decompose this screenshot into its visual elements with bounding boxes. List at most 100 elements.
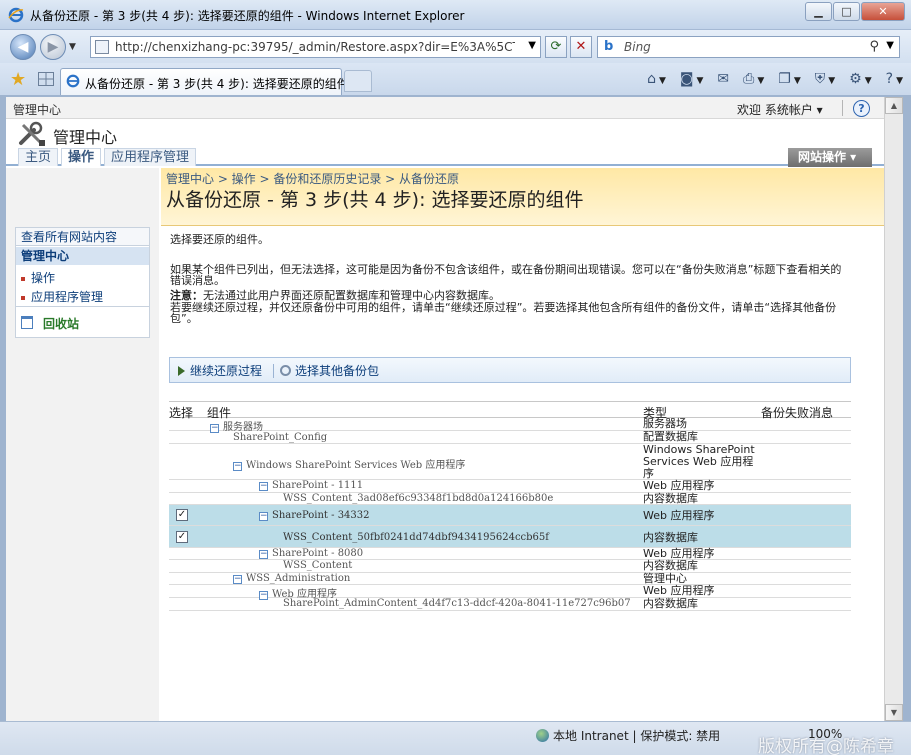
main-content: 管理中心 > 操作 > 备份和还原历史记录 > 从备份还原 从备份还原 - 第 … xyxy=(161,168,884,721)
component-type: 内容数据库 xyxy=(643,559,698,572)
top-navigation: 主页 操作 应用程序管理 网站操作 ▾ xyxy=(6,147,884,167)
home-icon[interactable]: ⌂ ▼ xyxy=(647,71,666,87)
component-type: 内容数据库 xyxy=(643,531,698,544)
site-actions-menu[interactable]: 网站操作 ▾ xyxy=(788,148,872,167)
component-name: WSS_Content_3ad08ef6c93348f1bd8d0a124166… xyxy=(283,493,554,504)
component-type: 配置数据库 xyxy=(643,430,698,443)
copyright-watermark: 版权所有@陈希章 xyxy=(758,737,894,755)
page-menu-icon[interactable]: ❐ ▼ xyxy=(778,71,800,87)
table-row: − SharePoint - 8080 Web 应用程序 xyxy=(169,548,851,560)
tab-operations[interactable]: 操作 xyxy=(61,148,102,166)
table-row-selected[interactable]: ✓ − SharePoint - 34332 Web 应用程序 xyxy=(169,505,851,526)
help-icon[interactable]: ? ▼ xyxy=(886,71,903,87)
view-all-site-content-link[interactable]: 查看所有网站内容 xyxy=(16,228,149,246)
collapse-toggle-icon[interactable]: − xyxy=(233,462,242,471)
instructions-text: 若要继续还原过程，并仅还原备份中可用的组件，请单击“继续还原过程”。若要选择其他… xyxy=(170,301,837,325)
tab-home[interactable]: 主页 xyxy=(18,148,59,166)
forward-button[interactable]: ▶ xyxy=(40,34,66,60)
bing-icon: b xyxy=(604,39,614,54)
bullet-icon xyxy=(21,295,25,300)
stop-button[interactable]: ✕ xyxy=(570,36,592,58)
stop-icon: ✕ xyxy=(575,39,587,54)
site-header: 管理中心 xyxy=(6,119,884,147)
table-row: − Windows SharePoint Services Web 应用程序 Wi… xyxy=(169,444,851,480)
help-icon[interactable]: ? xyxy=(853,100,870,117)
quick-launch-item-operations[interactable]: 操作 xyxy=(21,269,55,286)
collapse-toggle-icon[interactable]: − xyxy=(259,482,268,491)
quick-tabs-icon[interactable] xyxy=(38,72,54,86)
search-input[interactable]: b Bing ⚲ ▼ xyxy=(597,36,900,58)
safety-icon[interactable]: ⛨ ▼ xyxy=(815,71,835,87)
select-checkbox[interactable]: ✓ xyxy=(176,509,188,521)
tab-restore[interactable]: 从备份还原 - 第 3 步(共 4 步): 选择要还原的组件 xyxy=(60,68,349,95)
welcome-menu[interactable]: 欢迎 系统帐户 ▾ xyxy=(737,101,823,118)
component-name: SharePoint_AdminContent_4d4f7c13-ddcf-42… xyxy=(283,598,631,609)
component-type: 内容数据库 xyxy=(643,492,698,505)
forward-arrow-icon: ▶ xyxy=(47,39,59,55)
url-dropdown-icon[interactable]: ▼ xyxy=(528,40,536,51)
quick-launch-item-app-management[interactable]: 应用程序管理 xyxy=(21,288,103,305)
collapse-toggle-icon[interactable]: − xyxy=(233,575,242,584)
site-breadcrumb[interactable]: 管理中心 xyxy=(13,101,61,118)
history-dropdown-icon[interactable]: ▼ xyxy=(69,42,76,52)
quick-launch-heading[interactable]: 管理中心 xyxy=(16,247,149,265)
refresh-button[interactable]: ⟳ xyxy=(545,36,567,58)
search-icon[interactable]: ⚲ xyxy=(869,39,879,54)
info-text: 如果某个组件已列出，但无法选择，这可能是因为备份不包含该组件，或在备份期间出现错… xyxy=(170,263,842,287)
continue-restore-button[interactable]: 继续还原过程 xyxy=(178,362,262,379)
component-name: SharePoint - 34332 xyxy=(272,510,370,521)
security-zone[interactable]: 本地 Intranet | 保护模式: 禁用 xyxy=(536,727,720,744)
component-type: Web 应用程序 xyxy=(643,584,715,597)
back-button[interactable]: ◀ xyxy=(10,34,36,60)
address-bar: ◀ ▶ ▼ http://chenxizhang-pc:39795/_admin… xyxy=(0,30,911,63)
scroll-down-button[interactable]: ▼ xyxy=(885,704,903,721)
tab-label: 从备份还原 - 第 3 步(共 4 步): 选择要还原的组件 xyxy=(85,77,349,91)
maximize-button[interactable]: □ xyxy=(833,2,860,21)
admin-tools-icon xyxy=(19,121,45,146)
tab-application-management[interactable]: 应用程序管理 xyxy=(104,148,197,166)
tools-gear-icon[interactable]: ⚙ ▼ xyxy=(849,71,871,87)
site-title[interactable]: 管理中心 xyxy=(53,124,117,148)
minimize-button[interactable]: ▁ xyxy=(805,2,832,21)
select-other-backup-button[interactable]: 选择其他备份包 xyxy=(280,362,379,379)
quick-launch: 查看所有网站内容 管理中心 操作 应用程序管理 回收站 xyxy=(15,227,150,338)
internet-explorer-icon xyxy=(66,74,80,88)
refresh-icon: ⟳ xyxy=(550,39,562,54)
globe-icon xyxy=(536,729,549,742)
component-name: SharePoint_Config xyxy=(233,432,328,443)
vertical-scrollbar[interactable]: ▲ ▼ xyxy=(884,97,903,721)
page-icon xyxy=(95,40,109,54)
command-bar: ⌂ ▼ ◙ ▼ ✉ ⎙ ▼ ❐ ▼ ⛨ ▼ ⚙ ▼ ? ▼ xyxy=(647,71,903,87)
page-title-area: 管理中心 > 操作 > 备份和还原历史记录 > 从备份还原 从备份还原 - 第 … xyxy=(161,168,884,226)
url-input[interactable]: http://chenxizhang-pc:39795/_admin/Resto… xyxy=(90,36,541,58)
scroll-up-button[interactable]: ▲ xyxy=(885,97,903,114)
select-checkbox[interactable]: ✓ xyxy=(176,531,188,543)
feeds-icon[interactable]: ◙ ▼ xyxy=(680,71,704,87)
component-name: Windows SharePoint Services Web 应用程序 xyxy=(246,460,466,471)
component-type: Web 应用程序 xyxy=(643,509,715,522)
url-text[interactable]: http://chenxizhang-pc:39795/_admin/Resto… xyxy=(115,40,515,54)
recycle-bin-link[interactable]: 回收站 xyxy=(16,306,149,337)
search-placeholder: Bing xyxy=(624,40,651,54)
toolbar-divider xyxy=(273,364,274,378)
tab-bar: ★ 从备份还原 - 第 3 步(共 4 步): 选择要还原的组件 ⌂ ▼ ◙ ▼ ✉… xyxy=(0,63,911,96)
favorites-star-icon[interactable]: ★ xyxy=(10,69,26,90)
window-titlebar: 从备份还原 - 第 3 步(共 4 步): 选择要还原的组件 - Windows… xyxy=(0,0,911,30)
table-row-selected[interactable]: ✓ WSS_Content_50fbf0241dd74dbf9434195624… xyxy=(169,526,851,548)
status-bar: 本地 Intranet | 保护模式: 禁用 100% 版权所有@陈希章 xyxy=(0,721,911,755)
left-navigation: 查看所有网站内容 管理中心 操作 应用程序管理 回收站 xyxy=(6,168,159,721)
table-header: 选择 组件 类型 备份失败消息 xyxy=(169,401,851,420)
collapse-toggle-icon[interactable]: − xyxy=(259,512,268,521)
new-tab-button[interactable] xyxy=(344,70,372,92)
component-type: 内容数据库 xyxy=(643,597,698,610)
collapse-toggle-icon[interactable]: − xyxy=(259,550,268,559)
component-type: Windows SharePoint Services Web 应用程序 xyxy=(643,443,755,480)
search-dropdown-icon[interactable]: ▼ xyxy=(886,40,894,51)
print-icon[interactable]: ⎙ ▼ xyxy=(743,71,764,87)
recycle-bin-label: 回收站 xyxy=(43,317,80,331)
read-mail-icon[interactable]: ✉ xyxy=(717,71,729,87)
restore-toolbar: 继续还原过程 选择其他备份包 xyxy=(169,357,851,383)
table-row: − Web 应用程序 Web 应用程序 xyxy=(169,584,851,600)
close-button[interactable]: ✕ xyxy=(861,2,905,21)
play-icon xyxy=(178,366,185,376)
